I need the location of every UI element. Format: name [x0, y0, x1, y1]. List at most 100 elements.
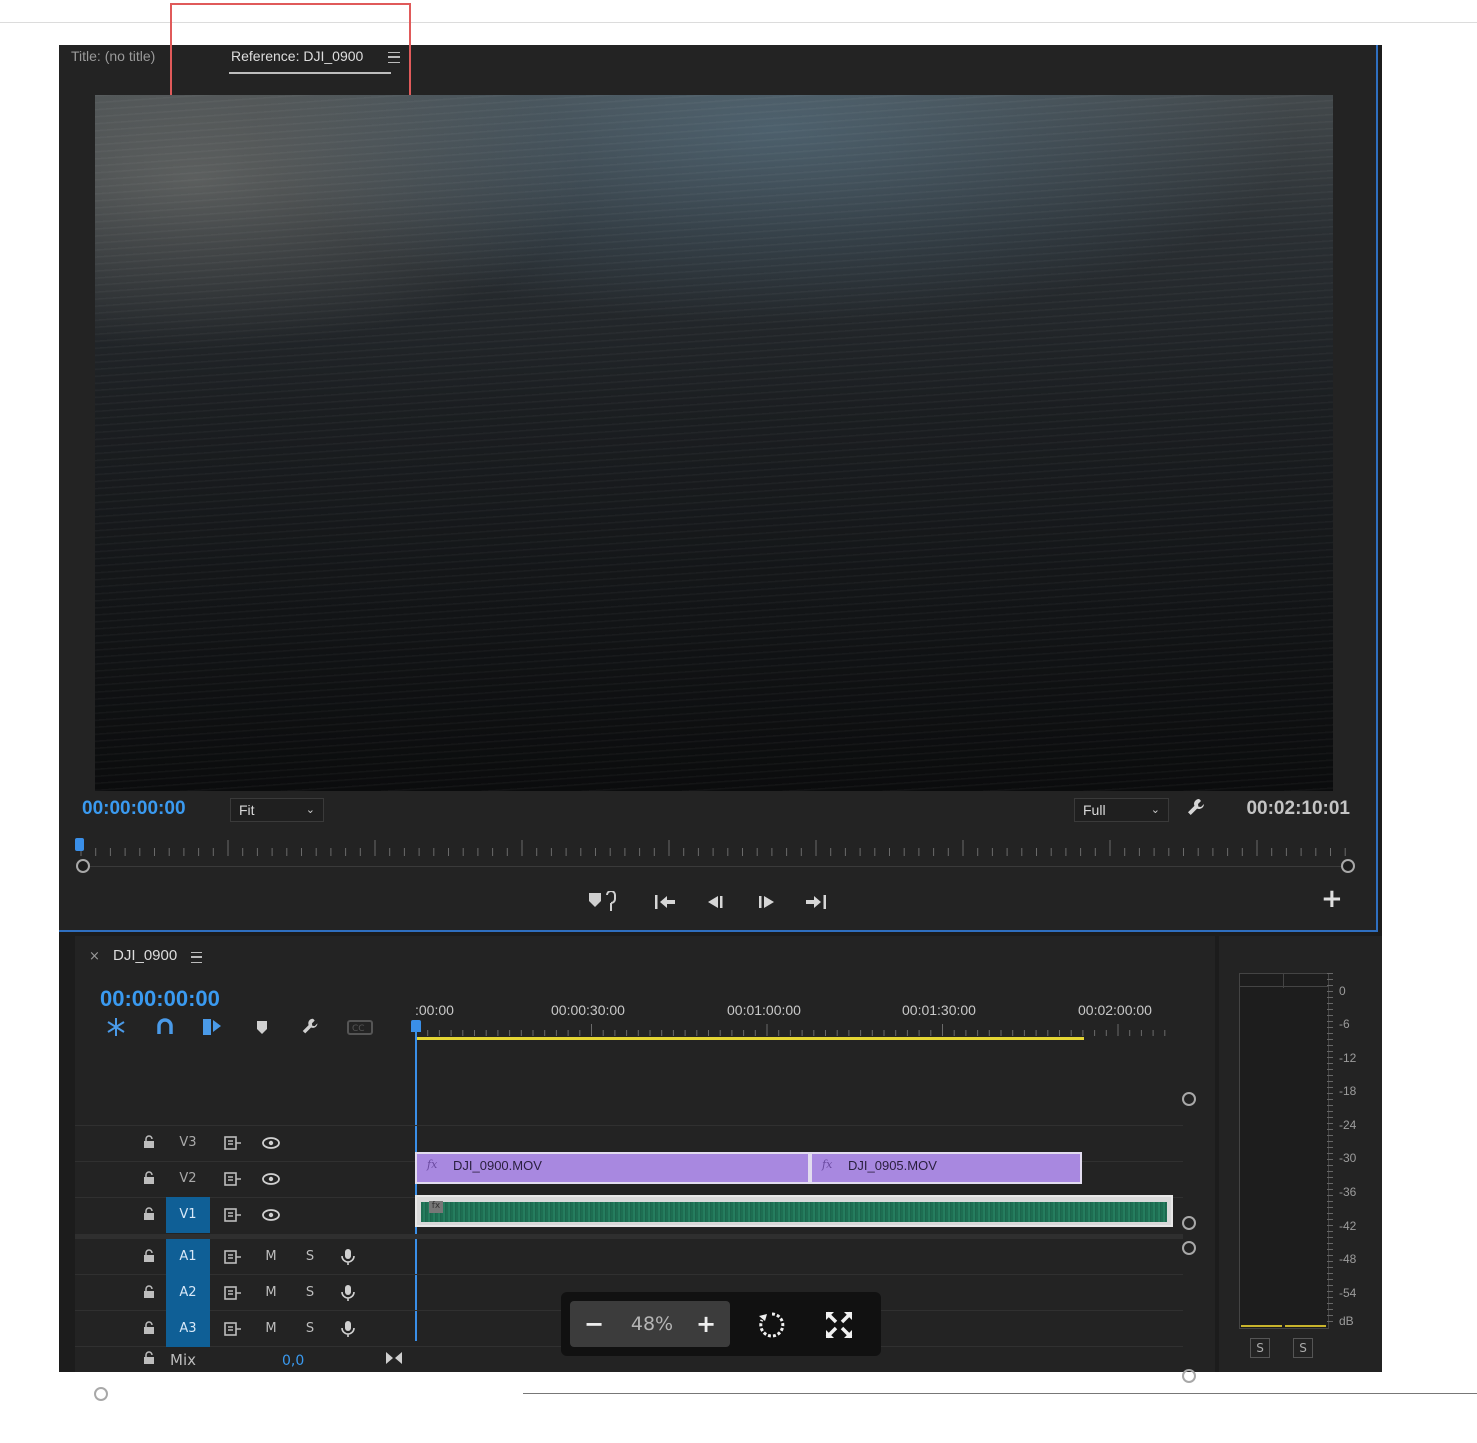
db-label: -24 [1339, 1118, 1357, 1132]
db-label: -36 [1339, 1185, 1357, 1199]
tab-title[interactable]: Title: (no title) [71, 48, 155, 64]
video-preview [95, 95, 1333, 791]
ruler-label: :00:00 [415, 1002, 454, 1018]
db-label: -6 [1339, 1017, 1350, 1031]
solo-button[interactable]: S [300, 1320, 320, 1338]
mix-label: Mix [170, 1351, 196, 1369]
lock-icon[interactable] [143, 1285, 155, 1299]
track-target-v1[interactable]: V1 [166, 1197, 210, 1233]
mix-value[interactable]: 0,0 [282, 1353, 304, 1369]
video-clip[interactable]: fx DJI_0900.MOV [415, 1152, 810, 1184]
go-to-out-icon[interactable] [804, 891, 828, 913]
bowtie-icon[interactable] [385, 1351, 403, 1365]
playback-resolution-dropdown[interactable]: Full ⌄ [1074, 798, 1169, 822]
scrollbar-right-handle[interactable] [1341, 859, 1355, 873]
track-target-a1[interactable]: A1 [166, 1239, 210, 1275]
current-timecode[interactable]: 00:00:00:00 [82, 798, 186, 820]
scrollbar-top-handle[interactable] [1182, 1092, 1196, 1106]
scrollbar-left-handle[interactable] [94, 1387, 108, 1401]
zoom-out-button[interactable]: − [580, 1307, 608, 1341]
eye-icon[interactable] [261, 1170, 281, 1188]
ruler-label: 00:00:30:00 [551, 1002, 625, 1018]
snap-icon[interactable] [105, 1016, 127, 1038]
microphone-icon[interactable] [338, 1284, 358, 1302]
mute-button[interactable]: M [261, 1320, 281, 1338]
scrollbar-bottom-handle[interactable] [1182, 1369, 1196, 1383]
close-icon[interactable]: × [89, 949, 100, 964]
zoom-controls-overlay: − 48% + [561, 1292, 881, 1356]
duration-timecode: 00:02:10:01 [1246, 798, 1350, 819]
solo-right-button[interactable]: S [1293, 1338, 1313, 1358]
db-label: -30 [1339, 1151, 1357, 1165]
work-area-bar[interactable] [416, 1037, 1084, 1040]
sync-lock-icon[interactable] [223, 1170, 243, 1188]
db-label: -54 [1339, 1286, 1357, 1300]
track-target-v2[interactable]: V2 [166, 1161, 210, 1197]
db-scale-ticks [1327, 973, 1333, 1327]
add-button-icon[interactable]: + [1321, 886, 1343, 912]
mute-button[interactable]: M [261, 1284, 281, 1302]
sync-lock-icon[interactable] [223, 1206, 243, 1224]
timeline-timecode[interactable]: 00:00:00:00 [100, 986, 220, 1012]
audio-meter [1239, 973, 1329, 1329]
marker-icon[interactable] [251, 1016, 273, 1038]
lock-icon[interactable] [143, 1171, 155, 1185]
track-header-a3: A3 M S [75, 1311, 415, 1347]
zoom-in-button[interactable]: + [692, 1307, 720, 1341]
magnet-icon[interactable] [154, 1016, 176, 1038]
eye-icon[interactable] [261, 1134, 281, 1152]
meter-peak-row [1240, 986, 1328, 987]
sync-lock-icon[interactable] [223, 1248, 243, 1266]
scrollbar-left-handle[interactable] [76, 859, 90, 873]
go-to-in-icon[interactable] [653, 891, 677, 913]
step-back-icon[interactable] [704, 891, 728, 913]
meter-level-right [1285, 1325, 1326, 1327]
fit-screen-icon[interactable] [823, 1309, 855, 1341]
scrollbar-top-handle[interactable] [1182, 1241, 1196, 1255]
solo-button[interactable]: S [300, 1248, 320, 1266]
rotate-reset-icon[interactable] [757, 1310, 787, 1340]
chevron-down-icon: ⌄ [305, 804, 315, 816]
track-target-v3[interactable]: V3 [166, 1125, 210, 1161]
captions-icon[interactable]: CC [347, 1016, 373, 1038]
panel-menu-icon[interactable] [191, 952, 202, 963]
meter-level-left [1241, 1325, 1282, 1327]
lock-icon[interactable] [143, 1207, 155, 1221]
linked-selection-icon[interactable] [201, 1016, 223, 1038]
fx-badge: fx [822, 1158, 833, 1171]
db-label: -12 [1339, 1051, 1357, 1065]
track-header-a1: A1 M S [75, 1239, 415, 1275]
track-header-v2: V2 [75, 1161, 415, 1197]
timeline-playhead[interactable] [411, 1020, 421, 1032]
video-clip[interactable]: fx DJI_0905.MOV [810, 1152, 1082, 1184]
sequence-tab[interactable]: DJI_0900 [113, 947, 177, 964]
db-label: -18 [1339, 1084, 1357, 1098]
sync-lock-icon[interactable] [223, 1134, 243, 1152]
marker-link-icon[interactable] [587, 890, 616, 913]
eye-icon[interactable] [261, 1206, 281, 1224]
track-target-a2[interactable]: A2 [166, 1275, 210, 1311]
lock-icon[interactable] [143, 1249, 155, 1263]
audio-clip[interactable]: fx [415, 1195, 1173, 1227]
clip-name: DJI_0900.MOV [453, 1158, 542, 1173]
solo-button[interactable]: S [300, 1284, 320, 1302]
solo-left-button[interactable]: S [1250, 1338, 1270, 1358]
wrench-icon[interactable] [1185, 796, 1209, 820]
monitor-time-ruler[interactable] [79, 838, 1351, 860]
microphone-icon[interactable] [338, 1248, 358, 1266]
monitor-zoom-scrollbar[interactable] [77, 866, 1355, 867]
lock-icon[interactable] [143, 1351, 155, 1365]
lock-icon[interactable] [143, 1321, 155, 1335]
sync-lock-icon[interactable] [223, 1320, 243, 1338]
wrench-icon[interactable] [300, 1016, 322, 1038]
step-forward-icon[interactable] [755, 891, 779, 913]
zoom-level-dropdown[interactable]: Fit ⌄ [230, 798, 324, 822]
ruler-label: 00:01:00:00 [727, 1002, 801, 1018]
track-target-a3[interactable]: A3 [166, 1311, 210, 1347]
monitor-playhead[interactable] [75, 838, 84, 851]
mute-button[interactable]: M [261, 1248, 281, 1266]
lock-icon[interactable] [143, 1135, 155, 1149]
microphone-icon[interactable] [338, 1320, 358, 1338]
scrollbar-bottom-handle[interactable] [1182, 1216, 1196, 1230]
sync-lock-icon[interactable] [223, 1284, 243, 1302]
